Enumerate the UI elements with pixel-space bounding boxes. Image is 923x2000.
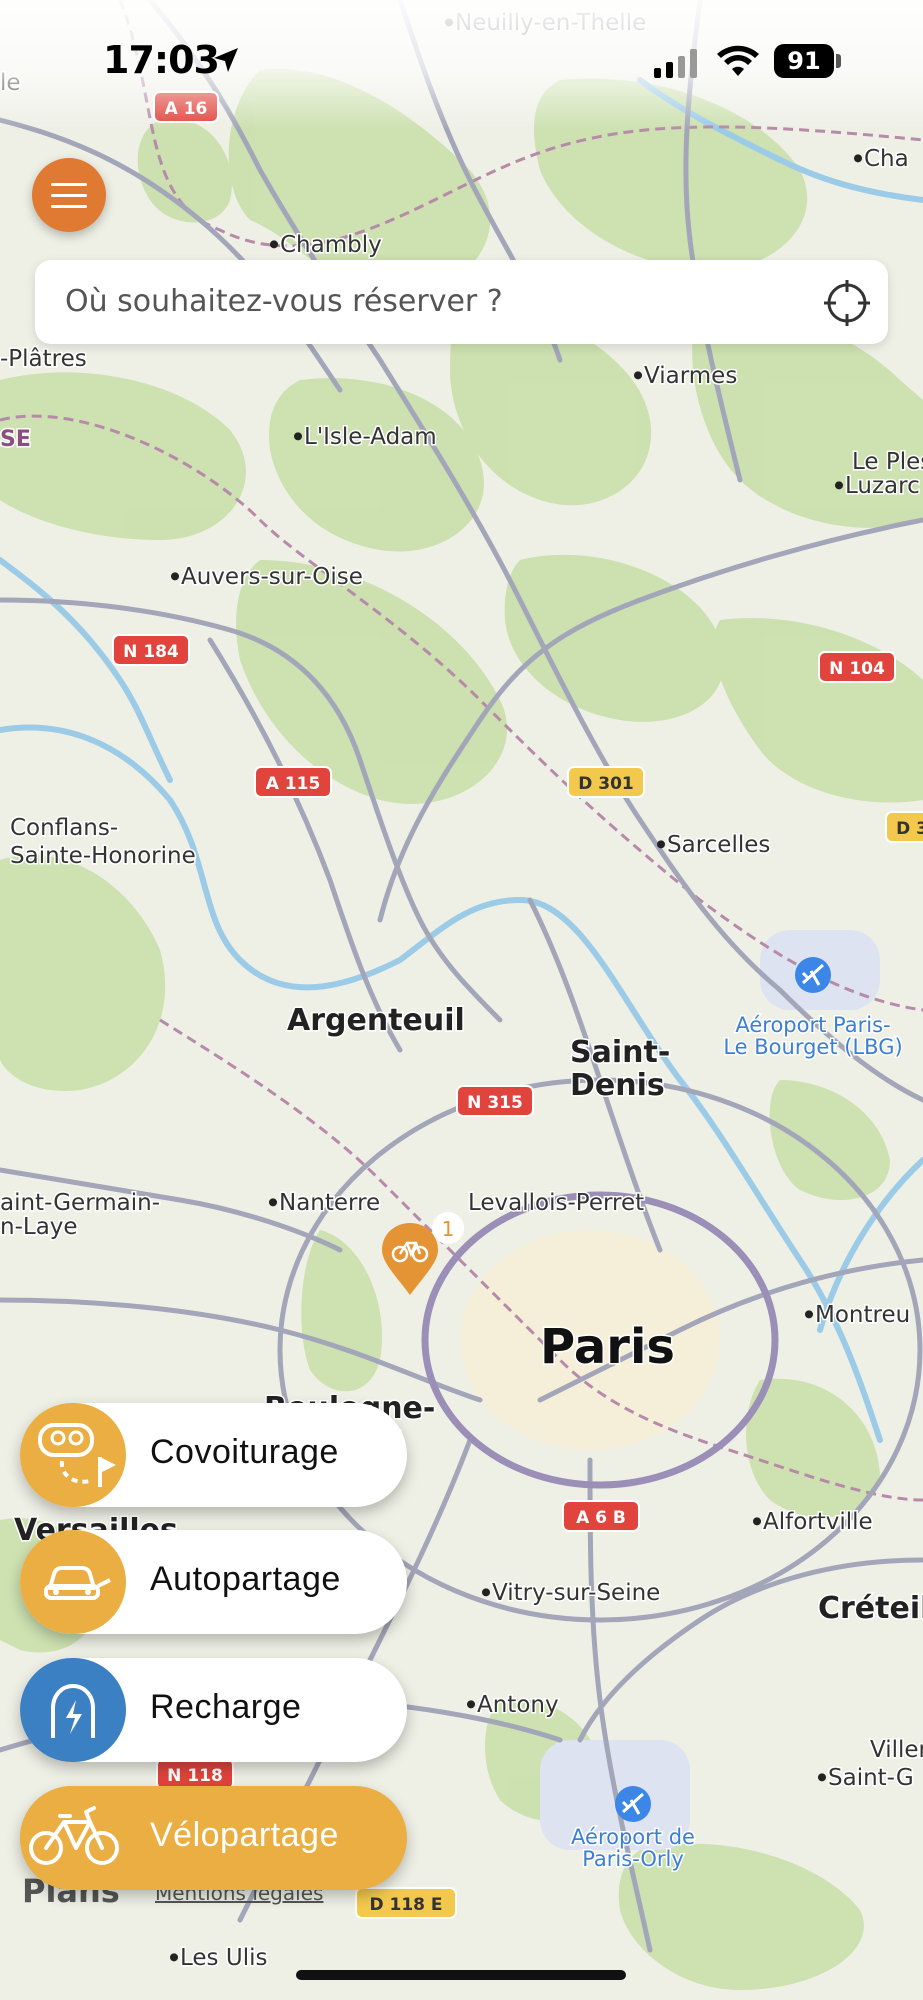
place-dot <box>805 1310 813 1319</box>
map-place-label: Saint- <box>570 1035 670 1070</box>
map-place-label: Montreu <box>815 1302 910 1328</box>
map-place-label: Vitry-sur-Seine <box>492 1580 660 1606</box>
map-place-label: Denis <box>570 1068 665 1103</box>
map-place-label: Saint-G <box>828 1765 914 1791</box>
map-place-label: Levallois-Perret <box>468 1190 644 1216</box>
map-place-label: Paris <box>540 1319 675 1375</box>
airport-label: Aéroport Paris- <box>735 1013 890 1037</box>
mode-label: Vélopartage <box>150 1816 339 1854</box>
battery-icon: 91 <box>774 44 834 78</box>
place-dot <box>171 572 179 581</box>
mode-button-recharge[interactable]: Recharge <box>20 1658 407 1762</box>
map-place-label: Auvers-sur-Oise <box>181 564 363 590</box>
place-dot <box>634 371 642 380</box>
place-dot <box>294 432 302 441</box>
place-dot <box>854 154 862 163</box>
location-arrow-icon <box>214 48 238 72</box>
hamburger-line <box>51 193 87 197</box>
place-dot <box>270 240 278 249</box>
map-place-label: L'Isle-Adam <box>304 424 437 450</box>
map-place-label: n-Laye <box>0 1214 78 1240</box>
place-dot <box>482 1588 490 1597</box>
hamburger-menu-icon <box>51 182 87 186</box>
bicycle-icon <box>20 1786 126 1890</box>
road-shield-label: N 184 <box>123 642 179 662</box>
road-shield-label: N 315 <box>467 1093 523 1113</box>
place-dot <box>467 1700 475 1709</box>
map-place-label: aint-Germain- <box>0 1190 160 1216</box>
road-shield-label: A 115 <box>266 774 321 794</box>
carpool-icon <box>20 1403 126 1507</box>
road-shield-label: N 104 <box>829 659 885 679</box>
place-dot <box>818 1773 826 1782</box>
mode-button-autopartage[interactable]: Autopartage <box>20 1530 407 1634</box>
map-place-label: Villeneu <box>870 1737 923 1763</box>
map-place-label: Alfortville <box>763 1509 873 1535</box>
cellular-signal-icon <box>654 49 697 78</box>
map-place-label: -Plâtres <box>0 346 87 372</box>
clock: 17:03 <box>103 38 220 82</box>
search-input[interactable]: Où souhaitez-vous réserver ? <box>65 284 503 319</box>
map-place-label: Nanterre <box>279 1190 380 1216</box>
map-place-label: Conflans- <box>10 815 118 841</box>
map-place-label: Luzarc <box>845 473 920 499</box>
airport-label: Aéroport de <box>571 1825 695 1849</box>
map-place-label: Cha <box>864 146 909 172</box>
map-place-label: Antony <box>477 1692 559 1718</box>
road-shield-label: D 3 <box>896 819 923 839</box>
map-place-label: Créteil <box>818 1591 923 1626</box>
mode-button-covoiturage[interactable]: Covoiturage <box>20 1403 407 1507</box>
map-place-label: SE <box>0 427 31 452</box>
map-place-label: Les Ulis <box>180 1945 267 1971</box>
place-dot <box>835 481 843 490</box>
map-place-label: Chambly <box>280 232 382 258</box>
wifi-icon <box>717 45 759 76</box>
map-place-label: Sarcelles <box>667 832 770 858</box>
mode-button-velopartage[interactable]: Vélopartage <box>20 1786 407 1890</box>
crosshair-location-icon[interactable] <box>824 280 870 326</box>
place-dot <box>657 840 665 849</box>
map-place-label: Argenteuil <box>287 1003 465 1038</box>
charging-bolt-icon <box>20 1658 126 1762</box>
mode-label: Autopartage <box>150 1560 341 1598</box>
airport-label: Paris-Orly <box>582 1847 684 1871</box>
map-place-label: Le Ples <box>852 449 923 475</box>
map-place-label: Viarmes <box>644 363 737 389</box>
road-shield-label: A 6 B <box>576 1508 626 1528</box>
map-place-label: Sainte-Honorine <box>10 843 196 869</box>
place-dot <box>269 1198 277 1207</box>
mode-label: Covoiturage <box>150 1433 339 1471</box>
place-dot <box>170 1953 178 1962</box>
place-dot <box>753 1517 761 1526</box>
battery-level: 91 <box>787 47 821 75</box>
mode-label: Recharge <box>150 1688 302 1726</box>
road-shield-label: D 118 E <box>369 1895 442 1915</box>
battery-tip <box>836 54 841 68</box>
menu-button[interactable] <box>32 158 106 232</box>
status-bar: 17:03 91 <box>0 0 923 130</box>
road-shield-label: D 301 <box>578 774 634 794</box>
hamburger-line <box>51 204 87 208</box>
car-plug-icon <box>20 1530 126 1634</box>
road-shield-label: N 118 <box>167 1766 223 1786</box>
home-indicator[interactable] <box>296 1970 626 1980</box>
station-count-badge: 1 <box>442 1217 455 1241</box>
search-bar[interactable]: Où souhaitez-vous réserver ? <box>35 260 888 344</box>
airport-label: Le Bourget (LBG) <box>723 1035 902 1059</box>
